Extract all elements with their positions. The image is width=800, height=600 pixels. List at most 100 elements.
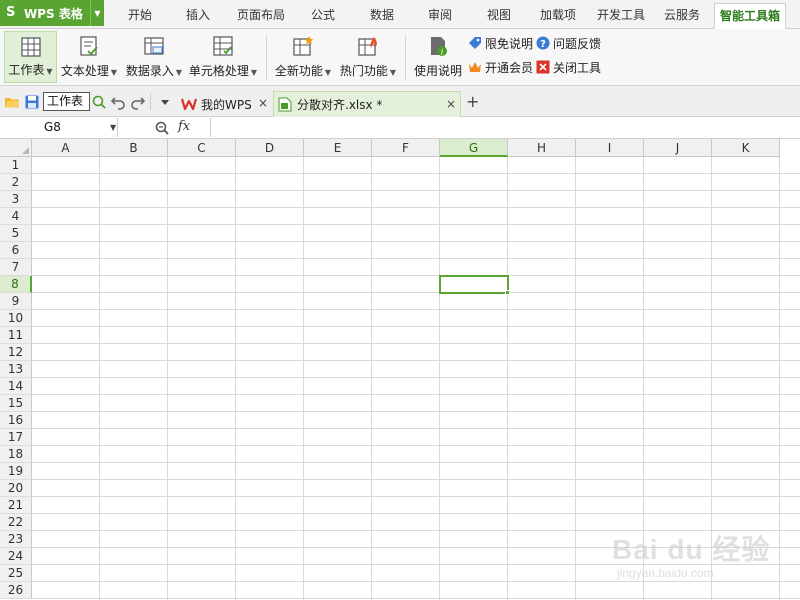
row-header[interactable]: 1 [0,157,32,174]
column-header[interactable]: I [576,139,644,157]
free-limit-label: 限免说明 [485,36,534,51]
help-doc-label: 使用说明 [413,64,462,78]
free-limit-button[interactable]: 限免说明 [468,33,533,53]
row-header[interactable]: 2 [0,174,32,191]
row-header[interactable]: 15 [0,395,32,412]
open-folder-icon[interactable] [4,94,20,110]
chevron-down-icon: ▼ [250,68,258,77]
column-header[interactable]: B [100,139,168,157]
row-header[interactable]: 16 [0,412,32,429]
tab-review[interactable]: 审阅 [418,0,462,29]
row-header[interactable]: 25 [0,565,32,582]
redo-icon[interactable] [130,94,146,110]
formula-input[interactable] [210,118,800,137]
tab-file-xlsx[interactable]: 分散对齐.xlsx * × [273,91,461,117]
column-header[interactable]: A [32,139,100,157]
tab-my-wps[interactable]: 我的WPS × [178,91,272,117]
ribbon-separator [405,35,406,81]
worksheet-button[interactable]: 工作表 ▼ [4,31,57,83]
close-tool-button[interactable]: 关闭工具 [536,57,601,77]
row-header[interactable]: 8 [0,276,32,293]
active-cell[interactable] [439,275,510,295]
vip-button[interactable]: 开通会员 [468,57,533,77]
tab-page-layout[interactable]: 页面布局 [232,0,290,29]
row-header[interactable]: 5 [0,225,32,242]
tab-smart-toolbox[interactable]: 智能工具箱 [714,3,786,29]
row-header[interactable]: 22 [0,514,32,531]
close-tool-icon [536,60,550,74]
wps-logo-icon: S [6,5,16,20]
row-header[interactable]: 18 [0,446,32,463]
fill-handle[interactable] [505,290,510,295]
ribbon-separator [266,35,267,81]
help-doc-icon: i [431,37,447,57]
tab-insert[interactable]: 插入 [176,0,220,29]
chevron-down-icon: ▼ [389,68,397,77]
row-header[interactable]: 14 [0,378,32,395]
row-header[interactable]: 10 [0,310,32,327]
new-feature-button[interactable]: 全新功能 ▼ [274,31,332,83]
undo-icon[interactable] [110,94,126,110]
feedback-button[interactable]: ? 问题反馈 [536,33,601,53]
select-all-corner[interactable] [0,139,32,157]
column-header[interactable]: F [372,139,440,157]
cell-process-button[interactable]: 单元格处理 ▼ [188,31,258,83]
row-header[interactable]: 26 [0,582,32,599]
row-header[interactable]: 9 [0,293,32,310]
data-entry-button[interactable]: 数据录入 ▼ [124,31,184,83]
help-doc-button[interactable]: i 使用说明 [412,31,464,83]
app-menu-button[interactable]: S WPS 表格 ▼ [0,0,104,26]
watermark-logo: Bai du 经验 [612,534,771,565]
app-dropdown-icon[interactable]: ▼ [90,0,104,26]
tab-start[interactable]: 开始 [118,0,162,29]
row-header[interactable]: 20 [0,480,32,497]
close-tab-icon[interactable]: × [446,97,456,111]
close-tab-icon[interactable]: × [258,96,268,110]
tab-formula[interactable]: 公式 [301,0,345,29]
column-header[interactable]: J [644,139,712,157]
xlsx-file-icon [278,97,292,112]
chevron-down-icon[interactable]: ▼ [110,123,116,132]
tab-file-label: 分散对齐.xlsx * [297,98,383,112]
row-header[interactable]: 23 [0,531,32,548]
row-header[interactable]: 4 [0,208,32,225]
row-header[interactable]: 21 [0,497,32,514]
text-process-button[interactable]: 文本处理 ▼ [60,31,118,83]
row-header[interactable]: 17 [0,429,32,446]
name-box[interactable]: G8 [0,118,118,137]
column-header[interactable]: K [712,139,780,157]
save-icon[interactable] [24,94,40,110]
tab-developer[interactable]: 开发工具 [592,0,650,29]
row-header[interactable]: 3 [0,191,32,208]
watermark-url: jingyan.baidu.com [617,566,714,580]
tab-data[interactable]: 数据 [360,0,404,29]
row-header[interactable]: 19 [0,463,32,480]
column-header[interactable]: D [236,139,304,157]
column-header[interactable]: C [168,139,236,157]
customize-quick-access-icon[interactable] [157,94,173,110]
question-icon: ? [536,36,550,50]
tab-view[interactable]: 视图 [477,0,521,29]
column-header[interactable]: E [304,139,372,157]
tab-addins[interactable]: 加载项 [533,0,583,29]
row-header[interactable]: 12 [0,344,32,361]
row-header[interactable]: 11 [0,327,32,344]
sheet-name-input[interactable]: 工作表 [43,92,90,111]
column-header[interactable]: H [508,139,576,157]
insert-function-button[interactable]: fx [178,119,190,134]
row-header[interactable]: 24 [0,548,32,565]
tab-cloud[interactable]: 云服务 [659,0,705,29]
wps-icon [181,98,197,111]
row-header[interactable]: 13 [0,361,32,378]
tag-icon [469,37,481,49]
print-preview-icon[interactable] [91,94,107,110]
row-header[interactable]: 6 [0,242,32,259]
row-header[interactable]: 7 [0,259,32,276]
baidu-watermark: Bai du 经验 jingyan.baidu.com [612,520,782,590]
hot-feature-button[interactable]: 热门功能 ▼ [338,31,398,83]
formula-bar: G8 ▼ fx [0,117,800,139]
new-tab-button[interactable]: + [466,92,479,111]
toolbar-separator [150,93,151,110]
column-header[interactable]: G [440,139,508,157]
zoom-icon[interactable] [154,120,170,136]
